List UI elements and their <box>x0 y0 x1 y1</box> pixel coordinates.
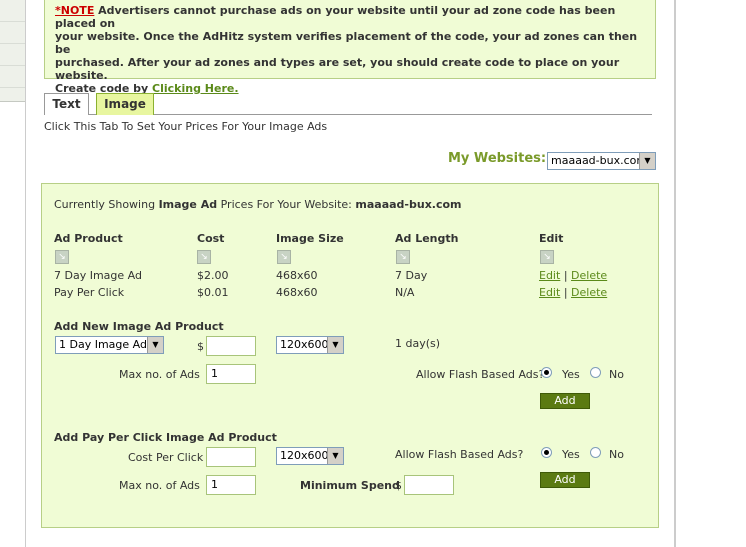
ppc-size-select[interactable]: 120x600 ▼ <box>276 447 344 465</box>
flash-no-radio[interactable] <box>590 367 601 378</box>
left-sidebar <box>0 0 26 547</box>
col-edit: Edit <box>539 232 564 245</box>
chevron-down-icon[interactable]: ▼ <box>147 337 163 353</box>
chevron-down-icon[interactable]: ▼ <box>639 153 655 169</box>
add-ppc-title: Add Pay Per Click Image Ad Product <box>54 431 277 444</box>
add-ppc-button[interactable]: Add <box>540 472 590 488</box>
flash-no-label: No <box>609 368 624 381</box>
row-1-length: 7 Day <box>395 269 428 282</box>
max-ads-input[interactable]: 1 <box>206 364 256 384</box>
col-image-size: Image Size <box>276 232 344 245</box>
ppc-allow-flash-label: Allow Flash Based Ads? <box>395 448 524 461</box>
ppc-max-ads-input[interactable]: 1 <box>206 475 256 495</box>
sidebar-menu-stripes <box>0 0 25 102</box>
row-2-size: 468x60 <box>276 286 318 299</box>
row-2-actions: Edit | Delete <box>539 286 608 299</box>
site-name: maaaad-bux.com <box>355 198 462 211</box>
min-spend-dollar-sign: $ <box>395 479 402 492</box>
allow-flash-label: Allow Flash Based Ads? <box>416 368 545 381</box>
note-label: *NOTE <box>55 4 95 17</box>
minimum-spend-input[interactable] <box>404 475 454 495</box>
col-ad-product: Ad Product <box>54 232 123 245</box>
ppc-max-ads-label: Max no. of Ads <box>119 479 200 492</box>
sort-arrow-icon[interactable]: ↘ <box>277 250 291 264</box>
ppc-flash-yes-label: Yes <box>562 448 580 461</box>
row-2-length: N/A <box>395 286 415 299</box>
ad-type-tabs: Text Image <box>44 93 652 115</box>
row-1-edit-link[interactable]: Edit <box>539 269 560 282</box>
ad-length-text: 1 day(s) <box>395 337 441 350</box>
row-2-cost: $0.01 <box>197 286 229 299</box>
row-1-actions: Edit | Delete <box>539 269 608 282</box>
image-size-select[interactable]: 120x600 ▼ <box>276 336 344 354</box>
tab-hint: Click This Tab To Set Your Prices For Yo… <box>44 120 328 133</box>
ppc-flash-yes-radio[interactable] <box>541 447 552 458</box>
content-border <box>674 0 676 547</box>
chevron-down-icon[interactable]: ▼ <box>327 448 343 464</box>
cost-per-click-label: Cost Per Click $ <box>128 451 214 464</box>
ppc-flash-no-radio[interactable] <box>590 447 601 458</box>
minimum-spend-label: Minimum Spend <box>300 479 400 492</box>
col-ad-length: Ad Length <box>395 232 459 245</box>
image-price-input[interactable] <box>206 336 256 356</box>
tab-image[interactable]: Image <box>96 93 154 115</box>
sort-arrow-icon[interactable]: ↘ <box>396 250 410 264</box>
col-cost: Cost <box>197 232 225 245</box>
sort-arrow-icon[interactable]: ↘ <box>197 250 211 264</box>
add-image-title: Add New Image Ad Product <box>54 320 224 333</box>
row-2-edit-link[interactable]: Edit <box>539 286 560 299</box>
chevron-down-icon[interactable]: ▼ <box>327 337 343 353</box>
row-1-delete-link[interactable]: Delete <box>571 269 607 282</box>
my-websites-label: My Websites: <box>448 151 547 166</box>
showing-text: Currently Showing Image Ad Prices For Yo… <box>54 198 462 211</box>
website-select[interactable]: maaaad-bux.com ▼ <box>547 152 656 170</box>
ppc-flash-no-label: No <box>609 448 624 461</box>
flash-yes-radio[interactable] <box>541 367 552 378</box>
row-2-delete-link[interactable]: Delete <box>571 286 607 299</box>
row-1-cost: $2.00 <box>197 269 229 282</box>
note-line-1: *NOTE Advertisers cannot purchase ads on… <box>55 4 616 30</box>
add-image-button[interactable]: Add <box>540 393 590 409</box>
row-1-product: 7 Day Image Ad <box>54 269 142 282</box>
price-dollar-sign: $ <box>197 340 204 353</box>
image-product-select[interactable]: 1 Day Image Ad ▼ <box>55 336 164 354</box>
note-box: *NOTE Advertisers cannot purchase ads on… <box>44 0 656 95</box>
cost-per-click-input[interactable] <box>206 447 256 467</box>
row-1-size: 468x60 <box>276 269 318 282</box>
max-ads-label: Max no. of Ads <box>119 368 200 381</box>
sort-arrow-icon[interactable]: ↘ <box>540 250 554 264</box>
tab-text[interactable]: Text <box>44 93 89 115</box>
note-line-3: purchased. After your ad zones and types… <box>55 56 620 82</box>
flash-yes-label: Yes <box>562 368 580 381</box>
sort-arrow-icon[interactable]: ↘ <box>55 250 69 264</box>
row-2-product: Pay Per Click <box>54 286 125 299</box>
image-ad-prices-panel: Currently Showing Image Ad Prices For Yo… <box>41 183 659 528</box>
note-line-2: your website. Once the AdHitz system ver… <box>55 30 638 56</box>
